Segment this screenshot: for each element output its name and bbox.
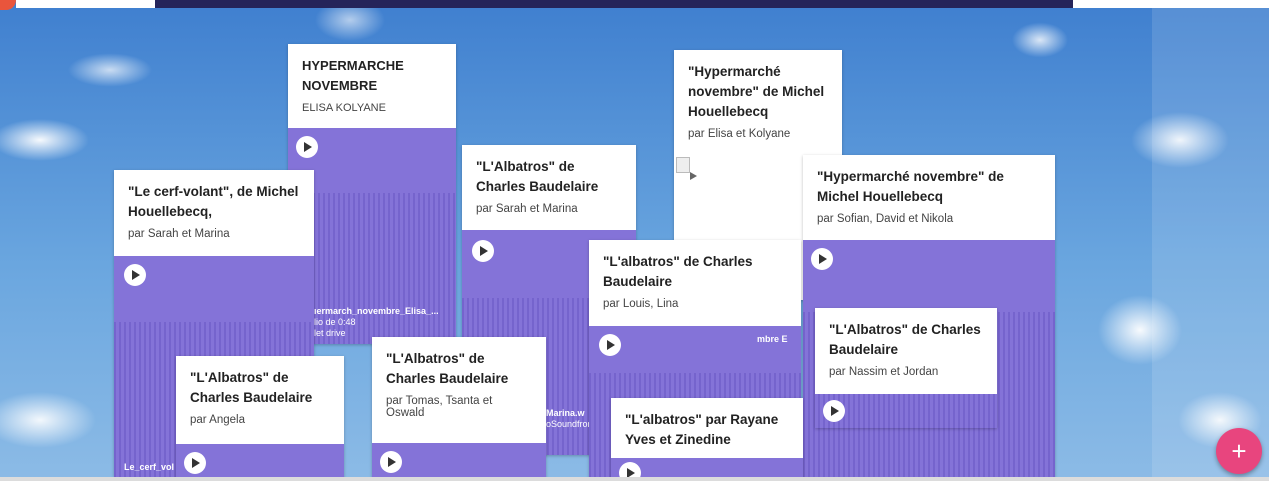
- card-title: "L'Albatros" de Charles Baudelaire: [386, 351, 509, 386]
- top-banner: [155, 0, 1073, 8]
- file-source: oSoundfront: [546, 419, 596, 429]
- card-author: par Elisa et Kolyane: [688, 128, 791, 140]
- card-header: "Le cerf-volant", de Michel Houellebecq,…: [114, 170, 314, 256]
- bottom-divider: [0, 477, 1269, 481]
- card-title: "L'albatros" par Rayane Yves et Zinedine: [625, 412, 779, 447]
- card-albatros-tomas[interactable]: "L'Albatros" de Charles Baudelaire par T…: [372, 337, 546, 481]
- card-author: par Angela: [190, 414, 245, 426]
- play-icon[interactable]: [184, 452, 206, 474]
- card-title: "Hypermarché novembre" de Michel Houelle…: [817, 169, 1004, 204]
- card-title: "L'Albatros" de Charles Baudelaire: [190, 370, 313, 405]
- card-author: par Sarah et Marina: [476, 203, 578, 215]
- file-name: Le_cerf_vol: [124, 462, 175, 472]
- card-author: par Louis, Lina: [603, 298, 679, 310]
- audio-player[interactable]: [815, 394, 997, 428]
- play-icon[interactable]: [472, 240, 494, 262]
- play-icon[interactable]: [599, 334, 621, 356]
- card-header: "L'albatros" par Rayane Yves et Zinedine: [611, 398, 803, 458]
- broken-image-icon: [676, 157, 690, 173]
- file-info: Marina.w oSoundfront: [546, 408, 595, 430]
- card-title: "L'Albatros" de Charles Baudelaire: [476, 159, 599, 194]
- play-icon[interactable]: [124, 264, 146, 286]
- play-icon[interactable]: [296, 136, 318, 158]
- file-name: ıermarch_novembre_Elisa_...: [314, 306, 439, 316]
- card-author: ELISA KOLYANE: [302, 102, 386, 114]
- card-author: par Tomas, Tsanta et Oswald: [386, 395, 493, 419]
- card-author: par Sarah et Marina: [128, 228, 230, 240]
- card-header: "L'Albatros" de Charles Baudelaire par A…: [176, 356, 344, 444]
- play-icon[interactable]: [811, 248, 833, 270]
- card-albatros-angela[interactable]: "L'Albatros" de Charles Baudelaire par A…: [176, 356, 344, 481]
- file-name: mbre E: [757, 334, 788, 344]
- card-header: HYPERMARCHE NOVEMBRE ELISA KOLYANE: [288, 44, 456, 128]
- play-icon[interactable]: [690, 172, 697, 180]
- audio-player[interactable]: [372, 443, 546, 481]
- card-author: par Sofian, David et Nikola: [817, 213, 954, 225]
- card-albatros-nassim[interactable]: "L'Albatros" de Charles Baudelaire par N…: [815, 308, 997, 428]
- top-right-white: [1073, 0, 1269, 8]
- play-icon[interactable]: [380, 451, 402, 473]
- file-duration: lio de 0:48: [314, 317, 356, 327]
- card-header: "Hypermarché novembre" de Michel Houelle…: [674, 50, 842, 150]
- top-left-white: [16, 0, 155, 8]
- card-author: par Nassim et Jordan: [829, 366, 939, 378]
- card-header: "L'Albatros" de Charles Baudelaire par S…: [462, 145, 636, 230]
- card-title: "Hypermarché novembre" de Michel Houelle…: [688, 64, 825, 119]
- card-title: "L'Albatros" de Charles Baudelaire: [829, 322, 981, 357]
- card-title: "L'albatros" de Charles Baudelaire: [603, 254, 753, 289]
- card-header: "L'Albatros" de Charles Baudelaire par N…: [815, 308, 997, 394]
- file-info: ıermarch_novembre_Elisa_... lio de 0:48 …: [314, 306, 439, 339]
- card-header: "L'Albatros" de Charles Baudelaire par T…: [372, 337, 546, 443]
- audio-player[interactable]: [176, 444, 344, 481]
- edge-strip: [1152, 8, 1269, 481]
- card-header: "L'albatros" de Charles Baudelaire par L…: [589, 240, 801, 326]
- card-title: HYPERMARCHE NOVEMBRE: [302, 58, 404, 93]
- card-albatros-rayane[interactable]: "L'albatros" par Rayane Yves et Zinedine: [611, 398, 803, 481]
- add-button[interactable]: +: [1216, 428, 1262, 474]
- card-title: "Le cerf-volant", de Michel Houellebecq,: [128, 184, 299, 219]
- file-name: Marina.w: [546, 408, 585, 418]
- play-icon[interactable]: [823, 400, 845, 422]
- card-header: "Hypermarché novembre" de Michel Houelle…: [803, 155, 1055, 240]
